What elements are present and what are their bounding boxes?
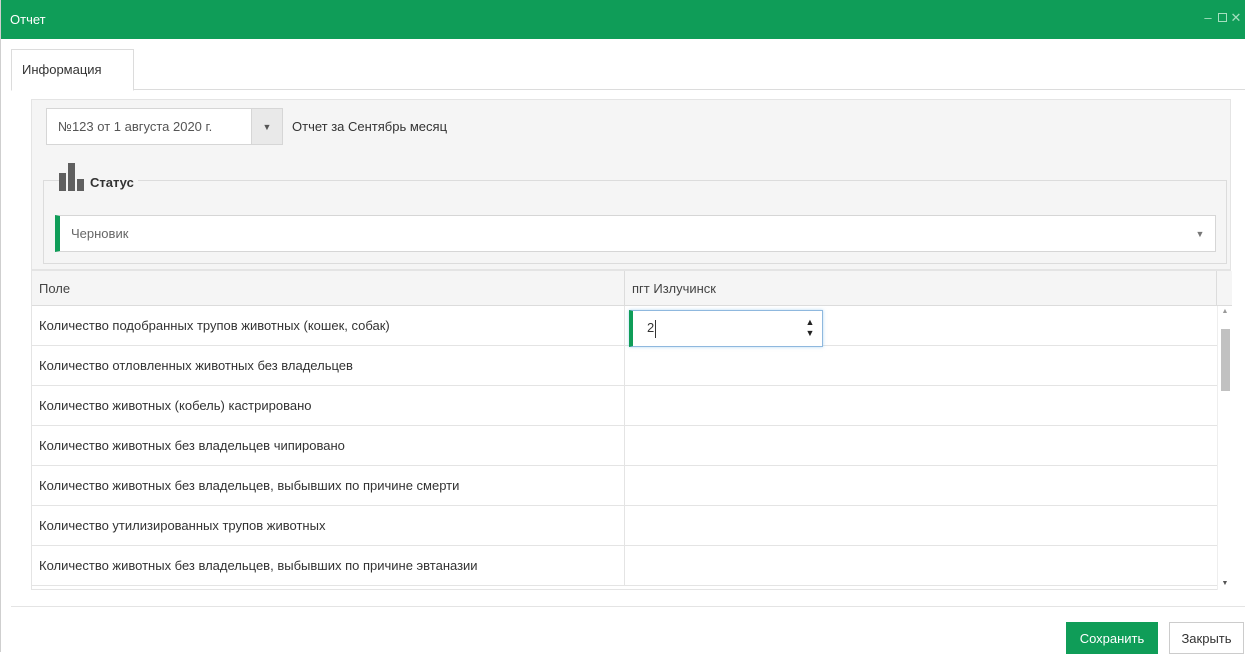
column-header-field[interactable]: Поле (32, 271, 625, 306)
status-select-value: Черновик (71, 226, 129, 241)
data-grid: Поле пгт Излучинск Количество подобранны… (31, 270, 1232, 591)
footer-divider (11, 606, 1245, 607)
scroll-up-icon[interactable]: ▲ (1218, 306, 1232, 318)
row-field-label: Количество животных без владельцев, выбы… (32, 466, 625, 505)
table-row[interactable]: Количество утилизированных трупов животн… (32, 506, 1217, 546)
row-field-label: Количество подобранных трупов животных (… (32, 306, 625, 345)
report-panel: №123 от 1 августа 2020 г. ▼ Отчет за Сен… (31, 99, 1231, 270)
row-field-label: Количество животных без владельцев, выбы… (32, 546, 625, 585)
grid-scrollbar[interactable]: ▲ ▼ (1217, 306, 1231, 590)
title-bar[interactable]: Отчет – ✕ (1, 0, 1245, 39)
table-row[interactable]: Количество животных без владельцев, выбы… (32, 466, 1217, 506)
table-row[interactable]: Количество подобранных трупов животных (… (32, 306, 1217, 347)
report-select[interactable]: №123 от 1 августа 2020 г. ▼ (46, 108, 283, 145)
grid-rows: Количество подобранных трупов животных (… (32, 306, 1217, 591)
row-field-label: Количество животных (кобель) кастрирован… (32, 386, 625, 425)
report-period-label: Отчет за Сентябрь месяц (292, 119, 448, 134)
status-legend: Статус (59, 161, 138, 191)
number-spinner[interactable]: ▲ ▼ (804, 317, 816, 341)
minimize-icon[interactable]: – (1202, 11, 1214, 25)
row-field-label: Количество отловленных животных без влад… (32, 346, 625, 385)
caret-down-icon[interactable]: ▼ (251, 109, 282, 144)
scrollbar-thumb[interactable] (1221, 329, 1230, 391)
table-row[interactable]: Количество отловленных животных без влад… (32, 346, 1217, 386)
maximize-icon[interactable] (1216, 11, 1228, 25)
value-number-text: 2 (647, 320, 655, 335)
text-caret (655, 320, 656, 338)
report-window: Отчет – ✕ Информация №123 от 1 августа 2… (0, 0, 1245, 654)
row-value-cell[interactable] (625, 466, 1217, 505)
caret-down-icon[interactable]: ▼ (1185, 229, 1215, 239)
row-value-cell[interactable] (625, 546, 1217, 585)
row-value-cell[interactable] (625, 346, 1217, 385)
tab-bar: Информация (11, 49, 1245, 91)
value-number-input[interactable]: 2 ▲ ▼ (629, 310, 823, 347)
table-row[interactable]: Количество животных без владельцев чипир… (32, 426, 1217, 466)
row-value-cell[interactable]: 2 ▲ ▼ (625, 306, 1217, 347)
row-value-cell[interactable] (625, 426, 1217, 465)
window-title: Отчет (10, 12, 46, 27)
status-select[interactable]: Черновик ▼ (55, 215, 1216, 252)
column-header-settlement[interactable]: пгт Излучинск (625, 271, 1217, 306)
window-controls: – ✕ (1202, 11, 1242, 25)
report-select-value: №123 от 1 августа 2020 г. (58, 119, 213, 134)
save-button[interactable]: Сохранить (1066, 622, 1158, 654)
row-field-label: Количество животных без владельцев чипир… (32, 426, 625, 465)
table-row[interactable]: Количество животных без владельцев, выбы… (32, 546, 1217, 586)
spinner-down-icon[interactable]: ▼ (804, 328, 816, 339)
grid-header: Поле пгт Излучинск (32, 271, 1232, 306)
table-row[interactable]: Количество животных (кобель) кастрирован… (32, 386, 1217, 426)
status-label: Статус (90, 175, 134, 190)
tab-information[interactable]: Информация (11, 49, 134, 91)
bar-chart-icon (59, 161, 84, 191)
status-fieldset: Статус Черновик ▼ (43, 161, 1227, 264)
spinner-up-icon[interactable]: ▲ (804, 317, 816, 328)
close-button[interactable]: Закрыть (1169, 622, 1244, 654)
row-value-cell[interactable] (625, 386, 1217, 425)
row-field-label: Количество утилизированных трупов животн… (32, 506, 625, 545)
row-value-cell[interactable] (625, 506, 1217, 545)
close-icon[interactable]: ✕ (1230, 11, 1242, 25)
scroll-down-icon[interactable]: ▼ (1218, 578, 1232, 590)
